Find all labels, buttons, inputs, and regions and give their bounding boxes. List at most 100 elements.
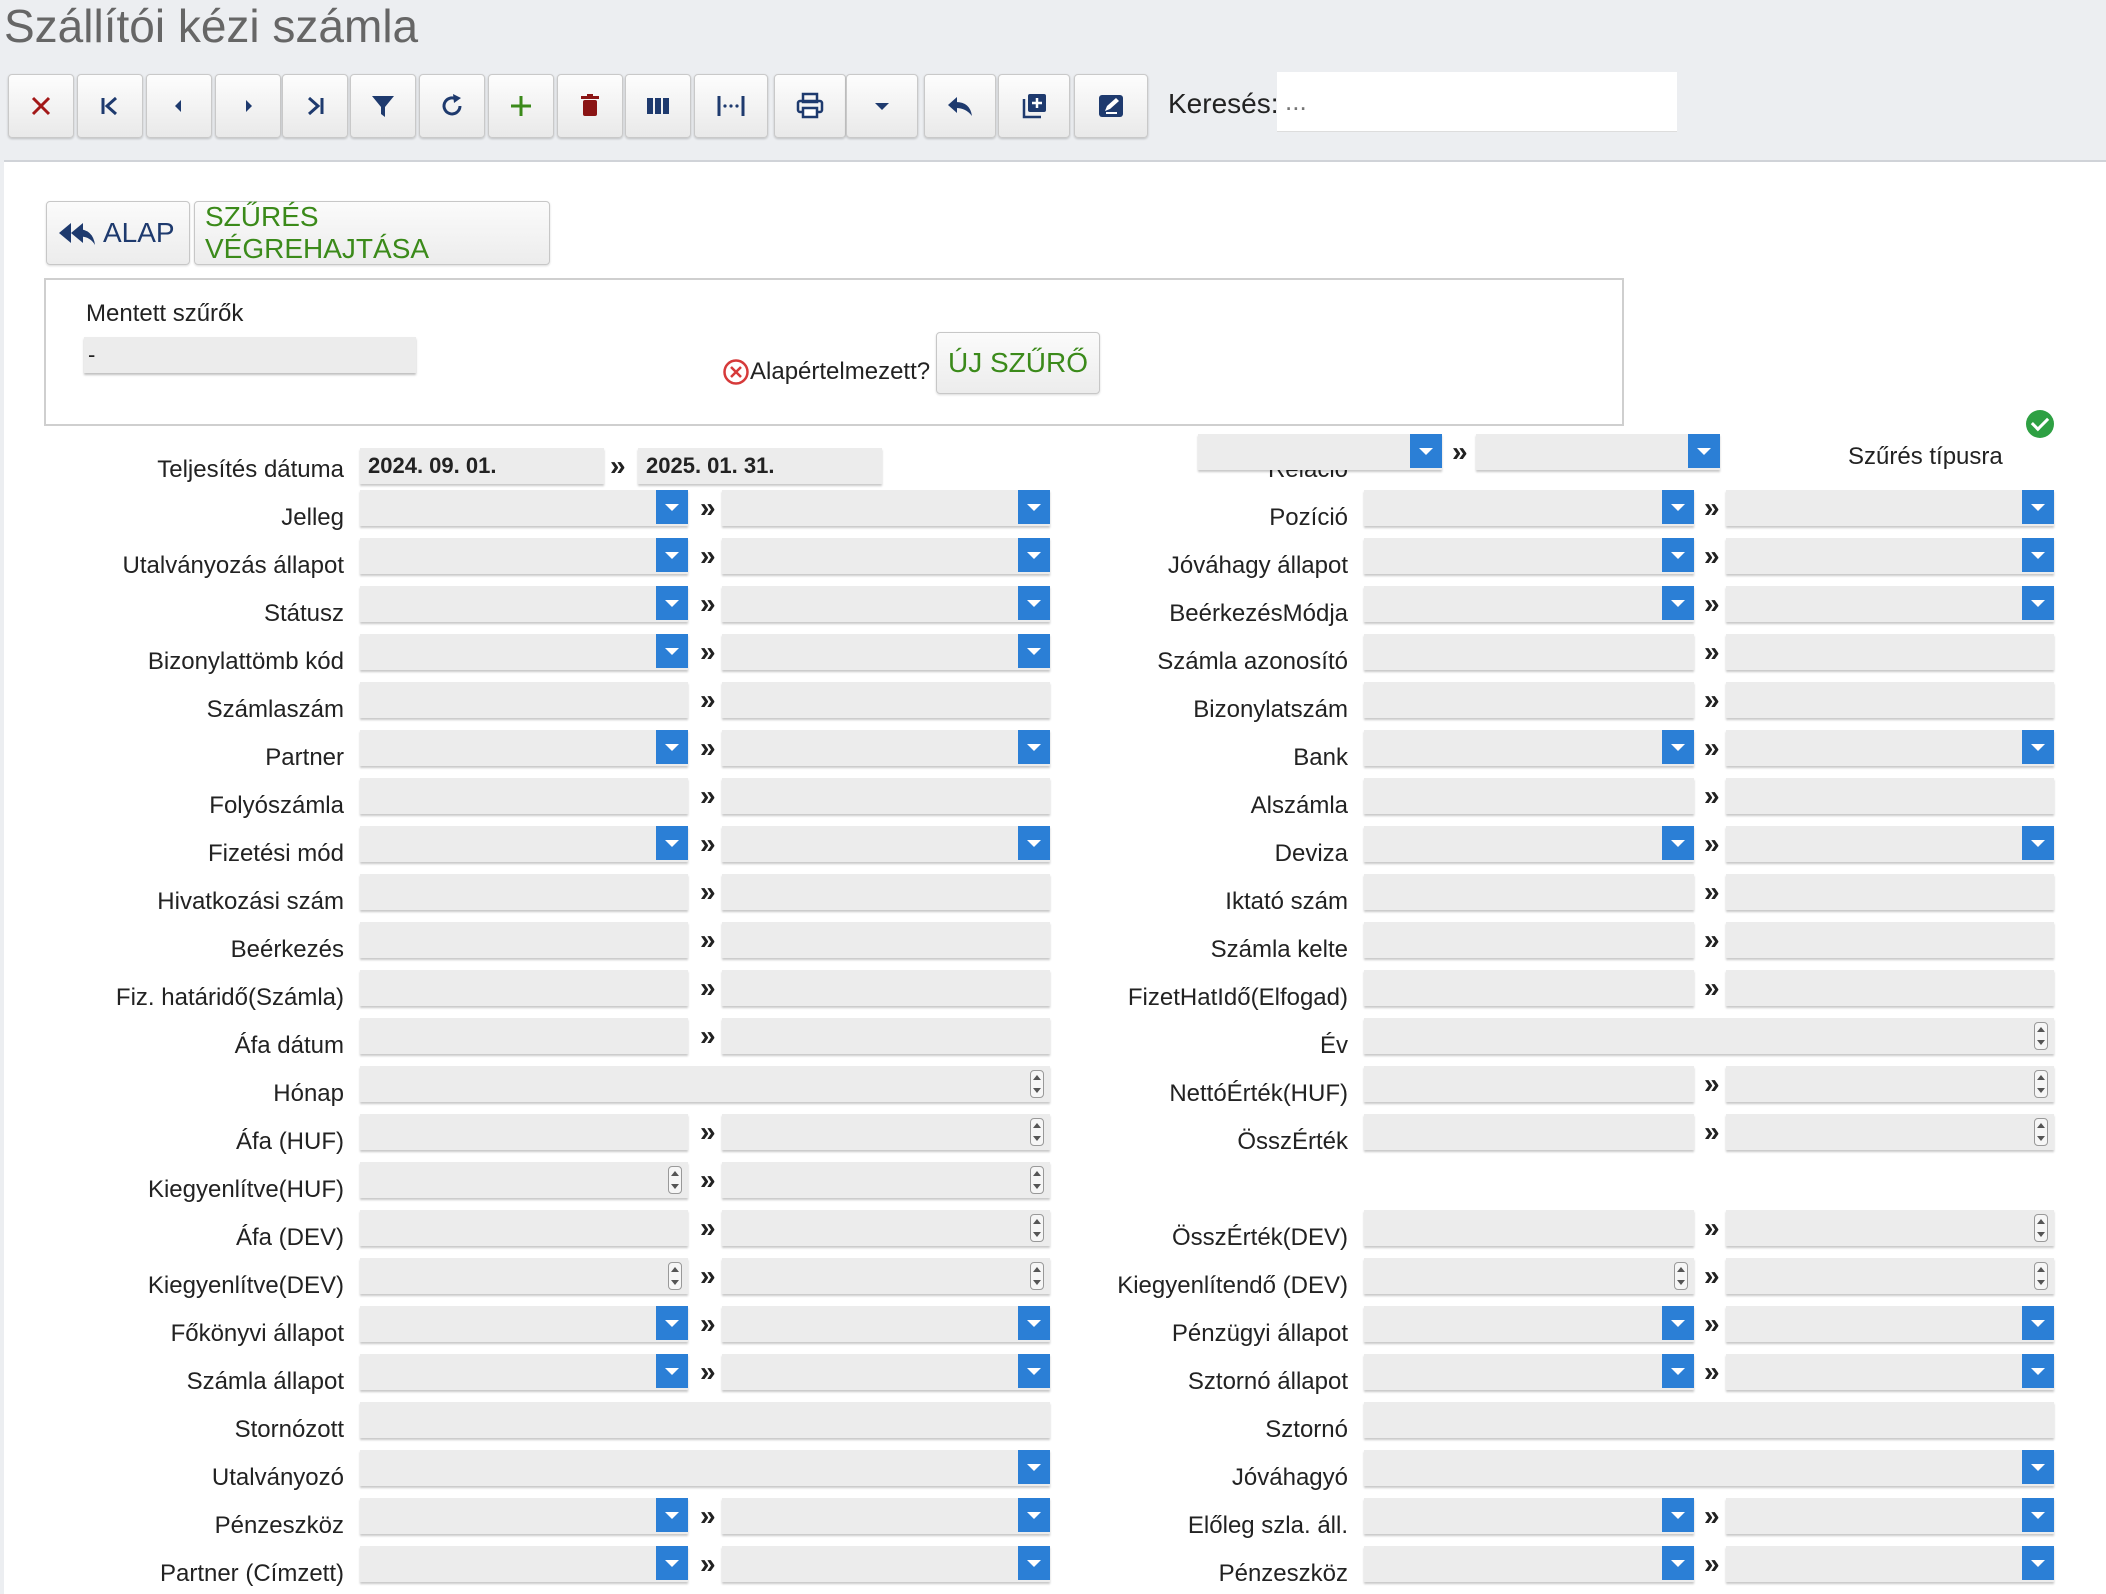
bizonylatszam-from[interactable] [1364,682,1694,718]
dropdown-arrow-icon[interactable] [2022,538,2054,572]
dropdown-arrow-icon[interactable] [656,586,688,620]
afa-dev-from[interactable] [360,1210,688,1246]
dropdown-arrow-icon[interactable] [1662,586,1694,620]
last-record-button[interactable] [282,74,348,138]
utalvanyozo-select[interactable] [360,1450,1050,1486]
dropdown-arrow-icon[interactable] [2022,1546,2054,1580]
kiegyenlitve-dev-from[interactable] [360,1258,688,1294]
dropdown-arrow-icon[interactable] [1018,1306,1050,1340]
spinner-icon[interactable] [668,1262,682,1290]
dropdown-arrow-icon[interactable] [656,1546,688,1580]
kiegyenlitendo-dev-to[interactable] [1726,1258,2054,1294]
dropdown-arrow-icon[interactable] [1018,634,1050,668]
edit-button[interactable] [1074,74,1148,138]
osszertek-to[interactable] [1726,1114,2054,1150]
penzeszkoz-to[interactable] [722,1498,1050,1534]
szamla-kelte-from[interactable] [1364,922,1694,958]
folyoszamla-from[interactable] [360,778,688,814]
fokonyvi-allapot-to[interactable] [722,1306,1050,1342]
sztorno-allapot-from[interactable] [1364,1354,1694,1390]
dropdown-arrow-icon[interactable] [1662,490,1694,524]
spinner-icon[interactable] [2034,1118,2048,1146]
spinner-icon[interactable] [2034,1262,2048,1290]
dropdown-arrow-icon[interactable] [656,1306,688,1340]
beerkezesmodja-to[interactable] [1726,586,2054,622]
alszamla-to[interactable] [1726,778,2054,814]
afa-datum-to[interactable] [722,1018,1050,1054]
next-record-button[interactable] [215,74,281,138]
eloleg-szla-all-to[interactable] [1726,1498,2054,1534]
dropdown-arrow-icon[interactable] [2022,490,2054,524]
jovahagy-allapot-to[interactable] [1726,538,2054,574]
partner-from[interactable] [360,730,688,766]
kiegyenlitve-huf-from[interactable] [360,1162,688,1198]
penzeszkoz-from[interactable] [1364,1546,1694,1582]
penzeszkoz-from[interactable] [360,1498,688,1534]
dropdown-arrow-icon[interactable] [656,826,688,860]
fizethatido-elfogad-from[interactable] [1364,970,1694,1006]
iktato-szam-from[interactable] [1364,874,1694,910]
beerkezes-to[interactable] [722,922,1050,958]
execute-filter-button[interactable]: SZŰRÉS VÉGREHAJTÁSA [194,201,550,265]
dropdown-arrow-icon[interactable] [1018,1450,1050,1484]
szamla-allapot-from[interactable] [360,1354,688,1390]
relacio-from[interactable] [1198,434,1442,470]
dropdown-arrow-icon[interactable] [656,1498,688,1532]
spinner-icon[interactable] [1030,1262,1044,1290]
delete-button[interactable] [557,74,623,138]
bank-to[interactable] [1726,730,2054,766]
sztorno-input[interactable] [1364,1402,2054,1438]
dropdown-arrow-icon[interactable] [1018,490,1050,524]
teljesites-datuma-from[interactable]: 2024. 09. 01. [360,448,604,484]
dropdown-arrow-icon[interactable] [2022,1306,2054,1340]
szamla-allapot-to[interactable] [722,1354,1050,1390]
jovahagyo-select[interactable] [1364,1450,2054,1486]
afa-huf-to[interactable] [722,1114,1050,1150]
statusz-from[interactable] [360,586,688,622]
statusz-to[interactable] [722,586,1050,622]
spinner-icon[interactable] [2034,1070,2048,1098]
dropdown-arrow-icon[interactable] [656,634,688,668]
hivatkozasi-szam-to[interactable] [722,874,1050,910]
dropdown-arrow-icon[interactable] [1662,826,1694,860]
spinner-icon[interactable] [1030,1118,1044,1146]
filter-button[interactable] [350,74,416,138]
jelleg-to[interactable] [722,490,1050,526]
beerkezesmodja-from[interactable] [1364,586,1694,622]
dropdown-arrow-icon[interactable] [656,538,688,572]
first-record-button[interactable] [77,74,143,138]
deviza-from[interactable] [1364,826,1694,862]
szamla-kelte-to[interactable] [1726,922,2054,958]
spinner-icon[interactable] [1030,1070,1044,1098]
teljesites-datuma-to[interactable]: 2025. 01. 31. [638,448,882,484]
ev-input[interactable] [1364,1018,2054,1054]
nettoertek-huf-from[interactable] [1364,1066,1694,1102]
fizetesi-mod-from[interactable] [360,826,688,862]
dropdown-arrow-icon[interactable] [1662,1354,1694,1388]
afa-huf-from[interactable] [360,1114,688,1150]
afa-datum-from[interactable] [360,1018,688,1054]
osszertek-from[interactable] [1364,1114,1694,1150]
duplicate-button[interactable] [998,74,1070,138]
spinner-icon[interactable] [2034,1022,2048,1050]
dropdown-arrow-icon[interactable] [1662,730,1694,764]
afa-dev-to[interactable] [722,1210,1050,1246]
spinner-icon[interactable] [2034,1214,2048,1242]
pozicio-to[interactable] [1726,490,2054,526]
relacio-to[interactable] [1476,434,1720,470]
fokonyvi-allapot-from[interactable] [360,1306,688,1342]
nettoertek-huf-to[interactable] [1726,1066,2054,1102]
dropdown-arrow-icon[interactable] [2022,826,2054,860]
dropdown-arrow-icon[interactable] [2022,1498,2054,1532]
iktato-szam-to[interactable] [1726,874,2054,910]
osszertek-dev-from[interactable] [1364,1210,1694,1246]
honap-input[interactable] [360,1066,1050,1102]
bank-from[interactable] [1364,730,1694,766]
dropdown-arrow-icon[interactable] [1018,730,1050,764]
dropdown-arrow-icon[interactable] [1662,1498,1694,1532]
bizonylattomb-kod-to[interactable] [722,634,1050,670]
folyoszamla-to[interactable] [722,778,1050,814]
print-menu-button[interactable] [846,74,918,138]
dropdown-arrow-icon[interactable] [1662,1546,1694,1580]
osszertek-dev-to[interactable] [1726,1210,2054,1246]
